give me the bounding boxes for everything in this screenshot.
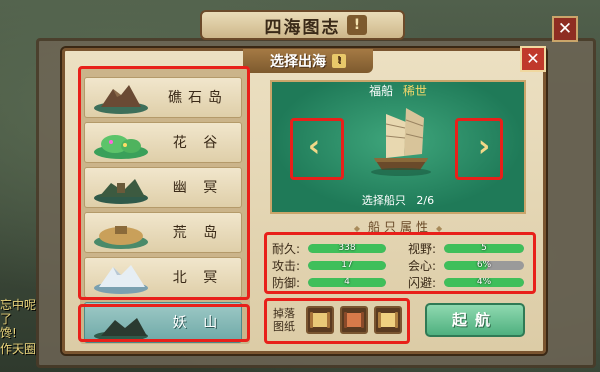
background-text-3: 馋!	[0, 326, 17, 340]
drops-label: 掉落图纸	[273, 307, 295, 333]
close-icon[interactable]: ✕	[552, 16, 578, 42]
close-icon: ✕	[526, 49, 540, 68]
attribute-defense: 防御: 4	[272, 274, 386, 290]
attribute-critical: 会心: 6%	[408, 257, 524, 273]
rock-island-icon	[94, 85, 148, 114]
blueprint-item-1[interactable]	[306, 306, 334, 334]
attribute-value: 5	[481, 243, 487, 253]
chevron-right-icon: ›	[477, 128, 491, 164]
ship-header: 福船 稀世	[272, 82, 524, 100]
island-name: 北 冥	[172, 270, 224, 286]
demon-mountain-icon	[94, 318, 148, 340]
set-sail-button[interactable]: 起航	[425, 303, 525, 337]
attribute-vision: 视野: 5	[408, 240, 524, 256]
attribute-value: 338	[338, 243, 356, 253]
island-name: 妖 山	[172, 315, 224, 331]
island-item-demon-mountain[interactable]: 妖 山	[84, 302, 242, 343]
scroll-map-icon	[378, 312, 398, 328]
flower-valley-icon	[94, 135, 148, 159]
attribute-label: 攻击:	[272, 258, 301, 273]
attribute-value: 17	[341, 260, 353, 270]
window-title: 四海图志	[264, 17, 341, 38]
island-item-dark[interactable]: 幽 冥	[84, 167, 242, 208]
dialog-close-button[interactable]: ✕	[520, 46, 546, 72]
island-name: 荒 岛	[172, 225, 224, 241]
window-title-bar: 四海图志 !	[200, 10, 405, 40]
island-item-flower-valley[interactable]: 花 谷	[84, 122, 242, 163]
attribute-label: 会心:	[408, 258, 437, 273]
ship-rarity: 稀世	[402, 84, 427, 98]
ship-attributes: 耐久: 338 攻击: 17 防御: 4 视野: 5 会心: 6% 闪避: 4%	[268, 230, 534, 294]
ship-count: 选择船只 2/6	[272, 192, 524, 208]
background-text-1: 忘中呢	[0, 298, 37, 312]
dialog-title: 选择出海	[270, 54, 326, 70]
dialog-title-bar: 选择出海 !	[243, 49, 373, 73]
attribute-durability: 耐久: 338	[272, 240, 386, 256]
island-name: 幽 冥	[172, 180, 224, 196]
scroll-map-icon	[310, 312, 330, 328]
ship-panel: 福船 稀世 ‹ › 选择船只 2/6	[270, 80, 526, 214]
island-item-north[interactable]: 北 冥	[84, 257, 242, 298]
scroll-map-icon	[344, 312, 364, 328]
ship-name: 福船	[369, 84, 394, 98]
island-name: 花 谷	[172, 135, 224, 151]
attribute-bar: 5	[444, 243, 524, 253]
desert-island-icon	[94, 226, 148, 249]
next-ship-button[interactable]: ›	[464, 120, 504, 172]
exclamation-icon[interactable]: !	[332, 54, 346, 68]
island-list: 礁石岛 花 谷 幽 冥 荒 岛 北 冥 妖 山	[80, 67, 250, 344]
attribute-bar: 4%	[444, 277, 524, 287]
attribute-bar: 6%	[444, 260, 524, 270]
attribute-value: 4	[344, 277, 350, 287]
blueprint-item-2[interactable]	[340, 306, 368, 334]
exclamation-icon[interactable]: !	[347, 15, 367, 35]
attribute-label: 防御:	[272, 275, 301, 290]
attribute-attack: 攻击: 17	[272, 257, 386, 273]
attribute-bar: 17	[308, 260, 386, 270]
island-item-desert[interactable]: 荒 岛	[84, 212, 242, 253]
island-item-rock[interactable]: 礁石岛	[84, 77, 242, 118]
attribute-label: 闪避:	[408, 275, 437, 290]
attribute-label: 耐久:	[272, 241, 301, 256]
attribute-value: 4%	[476, 277, 492, 287]
attribute-bar: 338	[308, 243, 386, 253]
background-text-2: 了	[0, 312, 13, 326]
snow-island-icon	[94, 265, 148, 294]
ship-count-value: 2/6	[416, 194, 435, 207]
chevron-left-icon: ‹	[307, 128, 321, 164]
ship-count-label: 选择船只	[361, 194, 406, 207]
attribute-label: 视野:	[408, 241, 437, 256]
drop-blueprints: 掉落图纸	[268, 298, 410, 342]
island-name: 礁石岛	[168, 90, 228, 106]
attribute-value: 6%	[476, 260, 492, 270]
background-text-4: 作天圈	[0, 342, 37, 356]
blueprint-item-3[interactable]	[374, 306, 402, 334]
prev-ship-button[interactable]: ‹	[294, 120, 334, 172]
attribute-dodge: 闪避: 4%	[408, 274, 524, 290]
junk-ship-icon	[371, 108, 431, 176]
attribute-bar: 4	[308, 277, 386, 287]
dark-island-icon	[94, 179, 148, 204]
